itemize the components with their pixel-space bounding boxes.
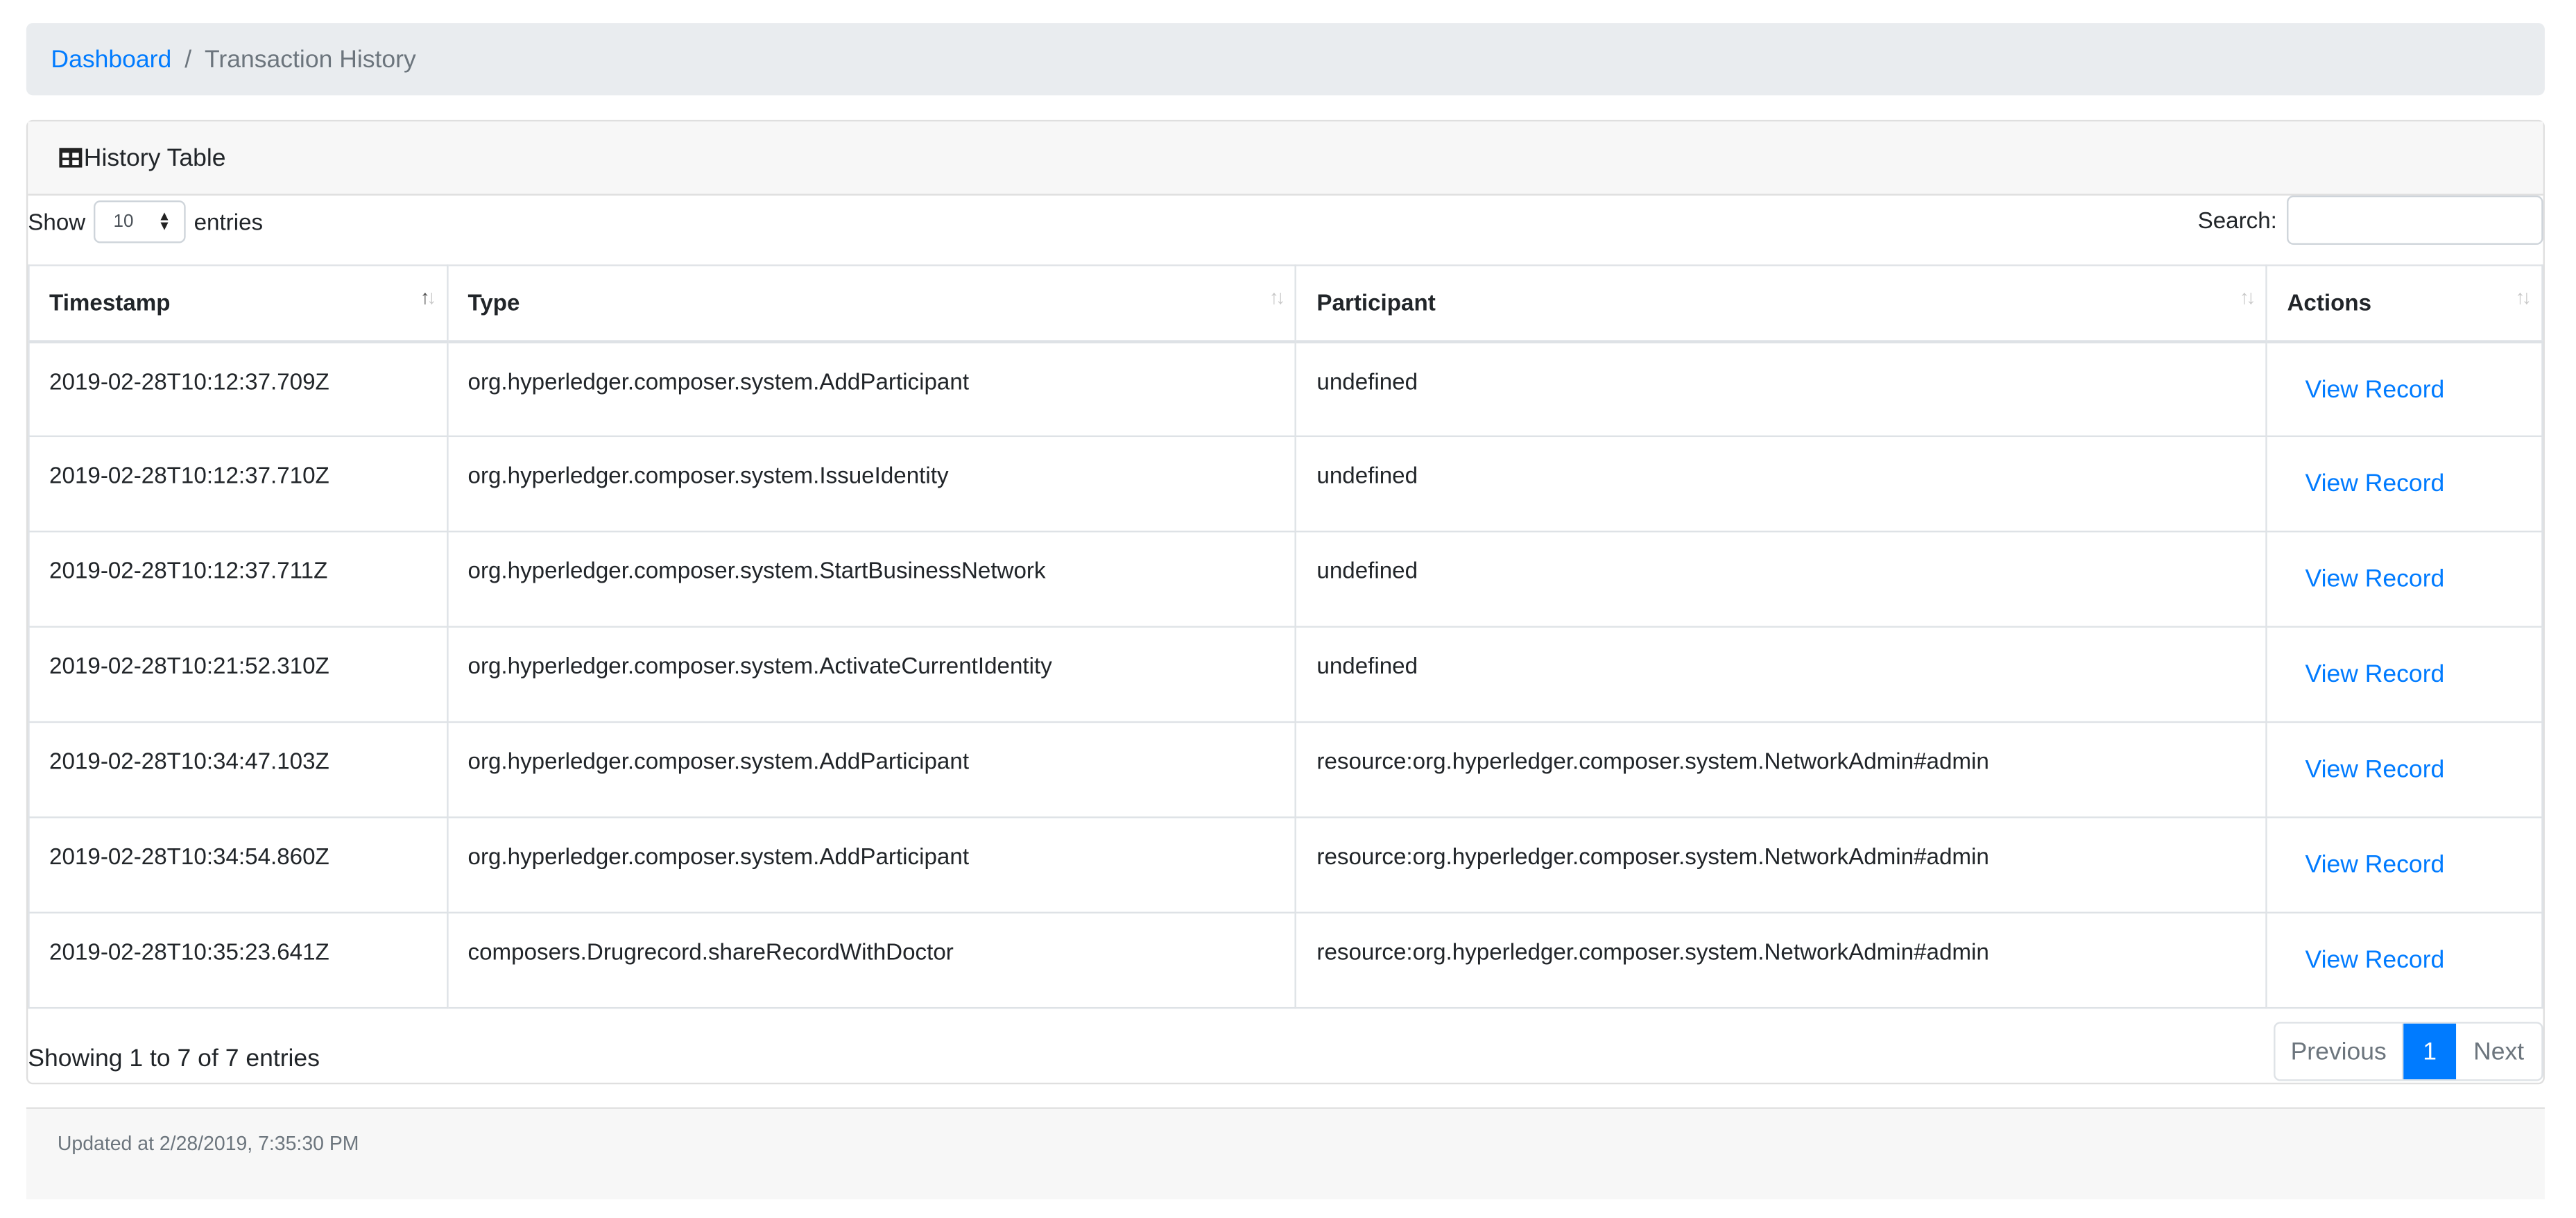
table-row: 2019-02-28T10:34:47.103Z org.hyperledger… xyxy=(28,721,2543,818)
page-size-select[interactable]: 10 ▲ ▼ xyxy=(94,200,186,243)
pagination: Previous 1 Next xyxy=(2274,1022,2543,1081)
cell-type: org.hyperledger.composer.system.AddParti… xyxy=(446,816,1297,914)
card-title: History Table xyxy=(83,144,226,172)
cell-type: org.hyperledger.composer.system.Activate… xyxy=(446,626,1297,723)
cell-timestamp: 2019-02-28T10:12:37.711Z xyxy=(28,531,449,628)
cell-action: View Record xyxy=(2265,816,2543,914)
cell-timestamp: 2019-02-28T10:12:37.709Z xyxy=(28,340,449,438)
cell-timestamp: 2019-02-28T10:12:37.710Z xyxy=(28,435,449,533)
table-row: 2019-02-28T10:12:37.710Z org.hyperledger… xyxy=(28,435,2543,533)
cell-type: org.hyperledger.composer.system.StartBus… xyxy=(446,531,1297,628)
table-row: 2019-02-28T10:12:37.711Z org.hyperledger… xyxy=(28,531,2543,628)
view-record-link[interactable]: View Record xyxy=(2305,375,2445,403)
sort-asc-icon: ↑↓ xyxy=(420,286,437,309)
sort-icon: ↑↓ xyxy=(2239,286,2256,309)
column-header-type[interactable]: Type ↑↓ xyxy=(446,264,1297,343)
history-card: History Table Show 10 ▲ ▼ entries Search: xyxy=(26,119,2545,1085)
view-record-link[interactable]: View Record xyxy=(2305,756,2445,784)
breadcrumb-current: Transaction History xyxy=(205,45,416,74)
select-arrows-icon: ▲ ▼ xyxy=(157,208,171,234)
cell-participant: resource:org.hyperledger.composer.system… xyxy=(1295,911,2268,1009)
table-row: 2019-02-28T10:21:52.310Z org.hyperledger… xyxy=(28,626,2543,723)
table-row: 2019-02-28T10:12:37.709Z org.hyperledger… xyxy=(28,340,2543,438)
cell-timestamp: 2019-02-28T10:34:54.860Z xyxy=(28,816,449,914)
view-record-link[interactable]: View Record xyxy=(2305,660,2445,688)
cell-participant: undefined xyxy=(1295,340,2268,438)
cell-type: composers.Drugrecord.shareRecordWithDoct… xyxy=(446,911,1297,1009)
cell-timestamp: 2019-02-28T10:34:47.103Z xyxy=(28,721,449,818)
column-header-participant[interactable]: Participant ↑↓ xyxy=(1295,264,2268,343)
cell-participant: resource:org.hyperledger.composer.system… xyxy=(1295,721,2268,818)
cell-participant: undefined xyxy=(1295,531,2268,628)
cell-timestamp: 2019-02-28T10:35:23.641Z xyxy=(28,911,449,1009)
cell-type: org.hyperledger.composer.system.AddParti… xyxy=(446,340,1297,438)
cell-action: View Record xyxy=(2265,435,2543,533)
column-header-actions[interactable]: Actions ↑↓ xyxy=(2265,264,2543,343)
breadcrumb-separator: / xyxy=(184,45,192,74)
cell-participant: undefined xyxy=(1295,435,2268,533)
breadcrumb-dashboard-link[interactable]: Dashboard xyxy=(51,45,171,73)
cell-participant: undefined xyxy=(1295,626,2268,723)
view-record-link[interactable]: View Record xyxy=(2305,470,2445,497)
cell-participant: resource:org.hyperledger.composer.system… xyxy=(1295,816,2268,914)
cell-action: View Record xyxy=(2265,911,2543,1009)
table-info: Showing 1 to 7 of 7 entries xyxy=(28,1045,320,1073)
table-icon xyxy=(59,148,83,168)
updated-timestamp: Updated at 2/28/2019, 7:35:30 PM xyxy=(57,1131,359,1156)
breadcrumb: Dashboard / Transaction History xyxy=(26,23,2545,96)
column-header-timestamp[interactable]: Timestamp ↑↓ xyxy=(28,264,449,343)
pagination-previous-button[interactable]: Previous xyxy=(2276,1023,2404,1080)
sort-icon: ↑↓ xyxy=(1269,286,1286,309)
cell-action: View Record xyxy=(2265,340,2543,438)
page-size-value: 10 xyxy=(113,212,134,232)
page-length-control: Show 10 ▲ ▼ entries xyxy=(28,197,263,246)
table-header-row: Timestamp ↑↓ Type ↑↓ Participant ↑↓ Acti… xyxy=(28,264,2543,343)
pagination-next-button[interactable]: Next xyxy=(2456,1024,2541,1080)
pagination-page-1-button[interactable]: 1 xyxy=(2403,1023,2457,1080)
page: Dashboard / Transaction History History … xyxy=(0,0,2576,1208)
cell-type: org.hyperledger.composer.system.AddParti… xyxy=(446,721,1297,818)
search-label: Search: xyxy=(2197,207,2277,234)
view-record-link[interactable]: View Record xyxy=(2305,851,2445,879)
view-record-link[interactable]: View Record xyxy=(2305,946,2445,974)
cell-type: org.hyperledger.composer.system.IssueIde… xyxy=(446,435,1297,533)
cell-action: View Record xyxy=(2265,531,2543,628)
cell-timestamp: 2019-02-28T10:21:52.310Z xyxy=(28,626,449,723)
entries-label: entries xyxy=(194,208,264,235)
sort-icon: ↑↓ xyxy=(2515,286,2532,309)
updated-footer: Updated at 2/28/2019, 7:35:30 PM xyxy=(26,1107,2545,1200)
view-record-link[interactable]: View Record xyxy=(2305,565,2445,593)
table-controls: Show 10 ▲ ▼ entries Search: xyxy=(28,195,2543,264)
card-header: History Table xyxy=(28,121,2543,196)
search-control: Search: xyxy=(2197,195,2543,245)
history-table: Timestamp ↑↓ Type ↑↓ Participant ↑↓ Acti… xyxy=(28,264,2543,1009)
cell-action: View Record xyxy=(2265,626,2543,723)
table-row: 2019-02-28T10:34:54.860Z org.hyperledger… xyxy=(28,816,2543,914)
search-input[interactable] xyxy=(2287,195,2543,245)
show-label: Show xyxy=(28,208,86,235)
table-row: 2019-02-28T10:35:23.641Z composers.Drugr… xyxy=(28,911,2543,1009)
cell-action: View Record xyxy=(2265,721,2543,818)
